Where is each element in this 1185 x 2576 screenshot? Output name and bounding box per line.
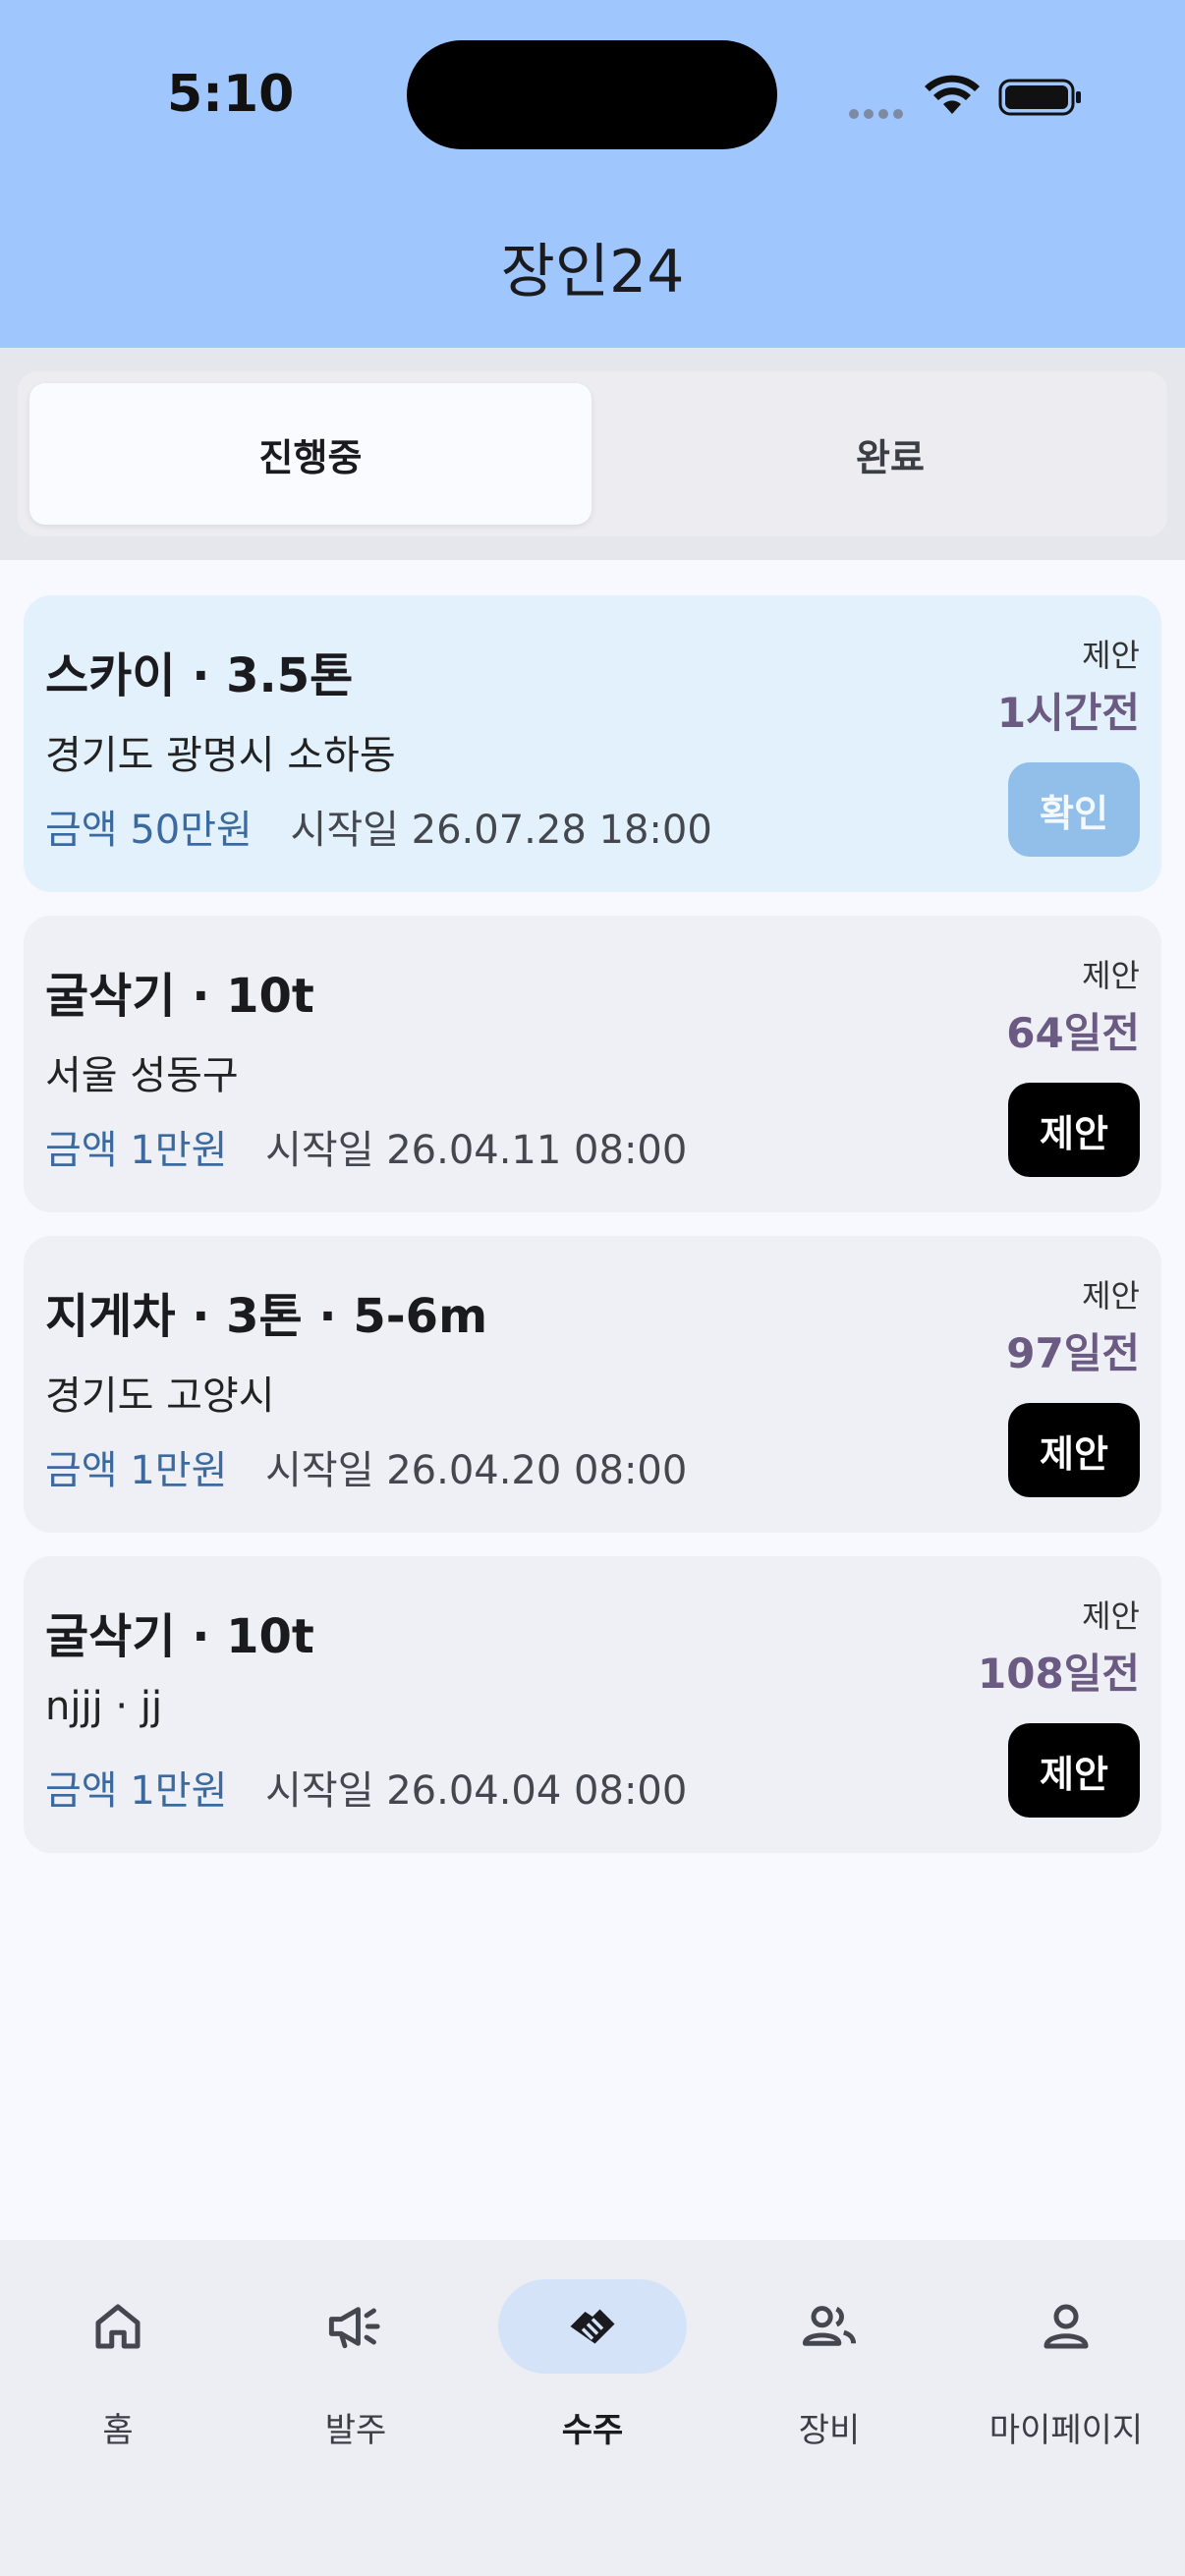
card-location: 경기도 광명시 소하동 <box>45 733 396 778</box>
card-time-ago: 64일전 <box>1006 1009 1140 1057</box>
card-start-date: 시작일 26.04.11 08:00 <box>265 1128 688 1173</box>
nav-label: 발주 <box>324 2411 387 2450</box>
nav-equipment[interactable]: 장비 <box>731 2279 928 2456</box>
wifi-icon <box>925 75 980 114</box>
card-kind: 제안 <box>1082 957 1140 994</box>
signal-dots-icon <box>849 104 908 123</box>
card-amount: 금액 1만원 <box>45 1768 228 1814</box>
list-item[interactable]: 스카이 · 3.5톤 경기도 광명시 소하동 금액 50만원 시작일 26.07… <box>24 595 1161 892</box>
nav-home[interactable]: 홈 <box>20 2279 216 2456</box>
home-icon <box>95 2304 141 2349</box>
card-title: 스카이 · 3.5톤 <box>45 648 354 703</box>
status-time: 5:10 <box>167 65 295 124</box>
card-location: njjj · jj <box>45 1684 163 1729</box>
bottom-navigation: 홈 발주 수주 장비 마이페이지 <box>0 2240 1185 2576</box>
person-icon <box>1044 2304 1089 2349</box>
list-item[interactable]: 지게차 · 3톤 · 5-6m 경기도 고양시 금액 1만원 시작일 26.04… <box>24 1236 1161 1533</box>
segmented-control: 진행중 완료 <box>18 371 1167 536</box>
propose-button[interactable]: 제안 <box>1008 1403 1140 1497</box>
card-amount: 금액 50만원 <box>45 808 253 853</box>
propose-button[interactable]: 제안 <box>1008 1083 1140 1177</box>
megaphone-icon <box>328 2307 380 2349</box>
card-time-ago: 1시간전 <box>996 689 1140 737</box>
card-meta: 금액 1만원 시작일 26.04.04 08:00 <box>45 1759 687 1816</box>
card-time-ago: 97일전 <box>1006 1329 1140 1377</box>
status-icons <box>845 69 1081 119</box>
card-amount: 금액 1만원 <box>45 1448 228 1493</box>
card-start-date: 시작일 26.04.04 08:00 <box>265 1768 688 1814</box>
card-kind: 제안 <box>1082 1597 1140 1635</box>
list-item[interactable]: 굴삭기 · 10t njjj · jj 금액 1만원 시작일 26.04.04 … <box>24 1556 1161 1853</box>
tab-in-progress[interactable]: 진행중 <box>29 383 592 525</box>
propose-button[interactable]: 제안 <box>1008 1723 1140 1818</box>
handshake-icon <box>570 2309 615 2344</box>
order-list: 스카이 · 3.5톤 경기도 광명시 소하동 금액 50만원 시작일 26.07… <box>24 595 1161 1876</box>
nav-label: 장비 <box>798 2411 861 2450</box>
confirm-button[interactable]: 확인 <box>1008 762 1140 857</box>
card-meta: 금액 50만원 시작일 26.07.28 18:00 <box>45 798 712 855</box>
card-kind: 제안 <box>1082 1277 1140 1315</box>
card-start-date: 시작일 26.07.28 18:00 <box>290 808 712 853</box>
card-title: 굴삭기 · 10t <box>45 1609 314 1664</box>
nav-label: 홈 <box>102 2411 134 2450</box>
battery-icon <box>998 79 1081 116</box>
card-start-date: 시작일 26.04.20 08:00 <box>265 1448 688 1493</box>
app-header: 5:10 장인24 <box>0 0 1185 348</box>
card-meta: 금액 1만원 시작일 26.04.11 08:00 <box>45 1118 687 1175</box>
tab-completed[interactable]: 완료 <box>609 383 1171 525</box>
app-title: 장인24 <box>500 238 685 307</box>
card-meta: 금액 1만원 시작일 26.04.20 08:00 <box>45 1438 687 1495</box>
nav-received-orders[interactable]: 수주 <box>494 2279 691 2456</box>
card-time-ago: 108일전 <box>978 1650 1140 1698</box>
card-amount: 금액 1만원 <box>45 1128 228 1173</box>
nav-label: 수주 <box>561 2411 624 2450</box>
list-item[interactable]: 굴삭기 · 10t 서울 성동구 금액 1만원 시작일 26.04.11 08:… <box>24 916 1161 1212</box>
card-title: 지게차 · 3톤 · 5-6m <box>45 1289 488 1344</box>
card-location: 서울 성동구 <box>45 1053 239 1098</box>
nav-order[interactable]: 발주 <box>257 2279 454 2456</box>
nav-my-page[interactable]: 마이페이지 <box>968 2279 1164 2456</box>
group-icon <box>802 2306 857 2346</box>
card-location: 경기도 고양시 <box>45 1373 275 1419</box>
dynamic-island <box>407 40 777 149</box>
card-kind: 제안 <box>1082 637 1140 674</box>
card-title: 굴삭기 · 10t <box>45 969 314 1024</box>
nav-label: 마이페이지 <box>988 2411 1144 2450</box>
